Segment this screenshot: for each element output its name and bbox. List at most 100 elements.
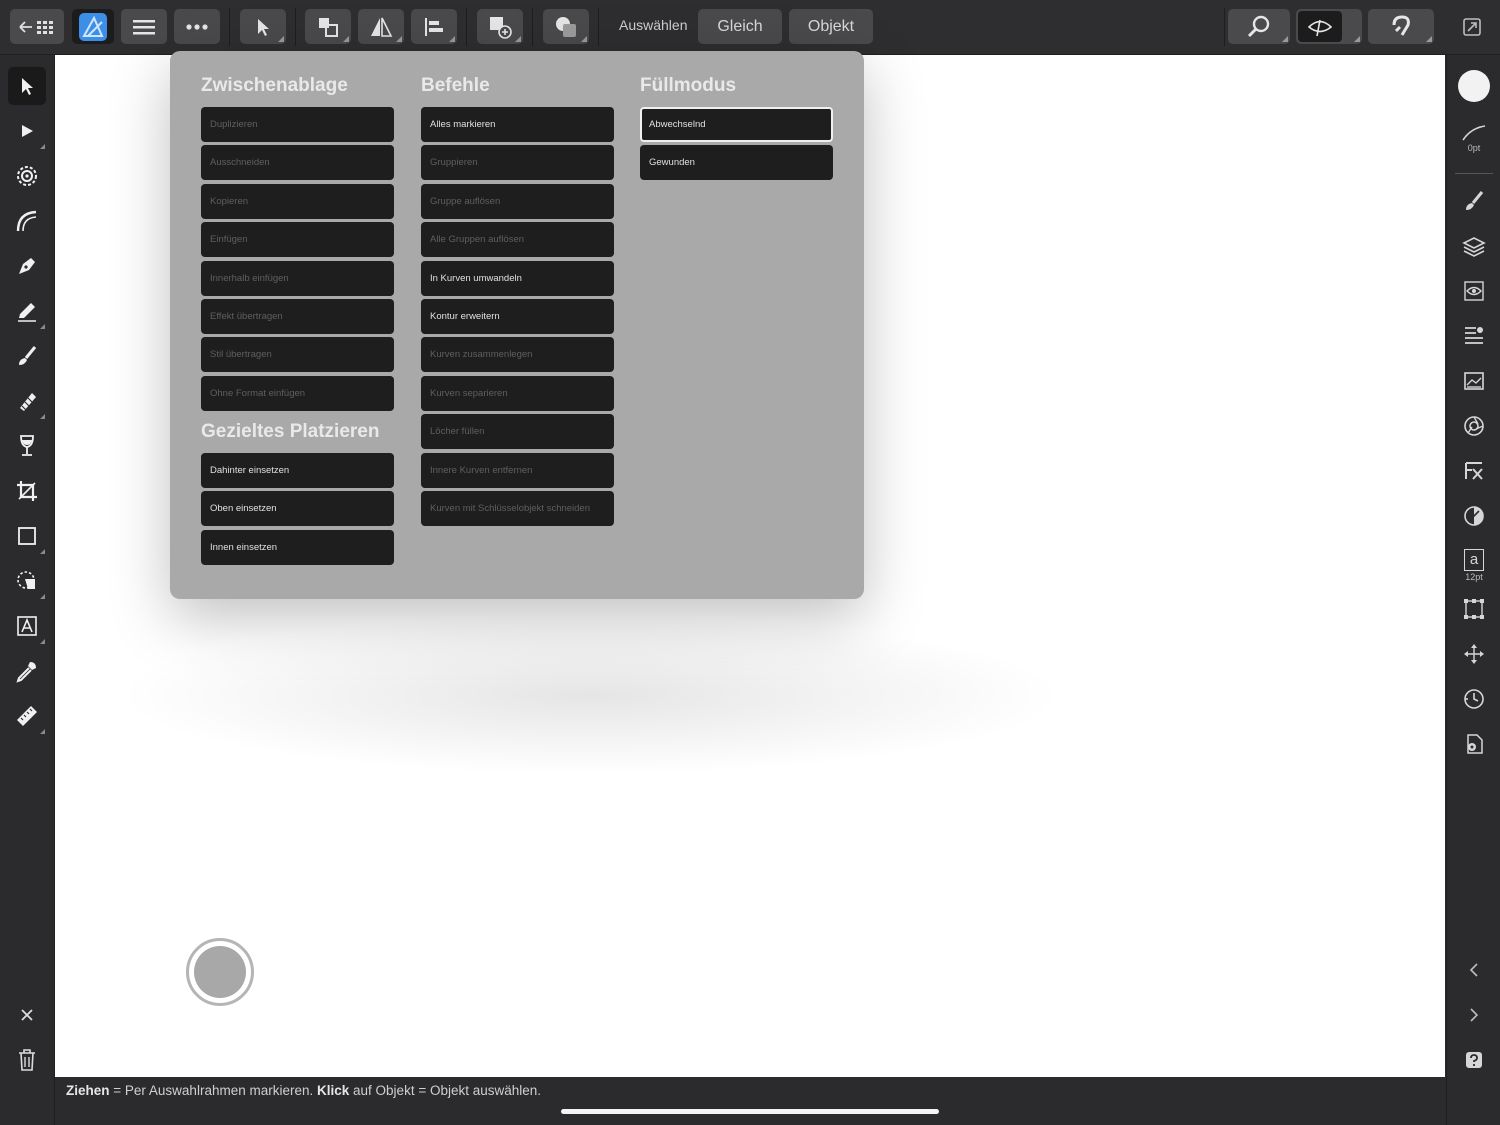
color-studio-button[interactable]	[1455, 67, 1493, 105]
insert-button[interactable]	[477, 9, 523, 44]
home-indicator[interactable]	[561, 1109, 939, 1114]
adjustments-icon	[1464, 506, 1484, 526]
select-mode-button[interactable]	[240, 9, 286, 44]
color-picker-tool[interactable]	[8, 652, 46, 690]
menu-item-button[interactable]: Innerhalb einfügen	[201, 260, 394, 296]
help-button[interactable]	[1455, 1041, 1493, 1079]
text-tool[interactable]	[8, 607, 46, 645]
delete-button[interactable]	[8, 1041, 46, 1079]
menu-item-button[interactable]: Gruppieren	[421, 145, 614, 181]
align-button[interactable]	[411, 9, 457, 44]
menu-item-button[interactable]: Gruppe auflösen	[421, 183, 614, 219]
app-menu-button[interactable]	[72, 9, 114, 44]
paint-brush-hatched-icon	[20, 393, 36, 411]
text-styles-studio-button[interactable]	[1455, 317, 1493, 355]
studio-divider	[1455, 173, 1493, 174]
expand-right-button[interactable]	[1455, 996, 1493, 1034]
corner-tool-icon	[16, 210, 37, 232]
assets-studio-button[interactable]	[1455, 362, 1493, 400]
more-button[interactable]	[174, 9, 220, 44]
pencil-tool[interactable]	[8, 292, 46, 330]
fx-icon	[1465, 462, 1483, 480]
menu-item-button[interactable]: In Kurven umwandeln	[421, 260, 614, 296]
move-arrows-icon	[1464, 644, 1484, 664]
symbols-studio-button[interactable]	[1455, 407, 1493, 445]
node-tool[interactable]	[8, 112, 46, 150]
measure-tool[interactable]	[8, 697, 46, 735]
menu-item-button[interactable]: Oben einsetzen	[201, 491, 394, 527]
layers-studio-button[interactable]	[1455, 227, 1493, 265]
menu-item-button[interactable]: Kurven zusammenlegen	[421, 337, 614, 373]
magnet-icon	[1392, 14, 1410, 36]
ellipsis-icon	[186, 23, 208, 30]
context-help-bar: Ziehen = Per Auswahlrahmen markieren. Kl…	[55, 1078, 1445, 1125]
menu-item-button[interactable]: Duplizieren	[201, 107, 394, 142]
rectangle-tool[interactable]	[8, 517, 46, 555]
menu-button[interactable]	[121, 9, 167, 44]
boolean-ops-button[interactable]	[543, 9, 589, 44]
eyedropper-icon	[16, 662, 36, 683]
appearance-eye-icon	[1464, 281, 1484, 301]
move-tool[interactable]	[8, 67, 46, 105]
brushes-studio-button[interactable]	[1455, 182, 1493, 220]
adjustments-studio-button[interactable]	[1455, 497, 1493, 535]
select-same-button[interactable]: Gleich	[698, 9, 782, 44]
document-settings-button[interactable]	[1455, 725, 1493, 763]
menu-item-button[interactable]: Kopieren	[201, 183, 394, 219]
fullscreen-button[interactable]	[1453, 9, 1491, 44]
menu-item-button[interactable]: Innere Kurven entfernen	[421, 452, 614, 488]
select-object-button[interactable]: Objekt	[789, 9, 873, 44]
pixel-brush-tool[interactable]	[8, 382, 46, 420]
transform-box-icon	[1464, 599, 1484, 619]
crop-icon	[17, 481, 37, 501]
menu-item-button[interactable]: Ausschneiden	[201, 145, 394, 181]
shape-builder-tool[interactable]	[8, 562, 46, 600]
menu-item-button[interactable]: Ohne Format einfügen	[201, 375, 394, 411]
close-button[interactable]	[8, 996, 46, 1034]
contour-tool[interactable]	[8, 157, 46, 195]
appearance-studio-button[interactable]	[1455, 272, 1493, 310]
hold-modifier-button[interactable]	[186, 938, 254, 1006]
click-keyword: Klick	[317, 1083, 350, 1098]
menu-item-button[interactable]: Kurven mit Schlüsselobjekt schneiden	[421, 491, 614, 526]
character-studio-button[interactable]: a 12pt	[1455, 542, 1493, 588]
menu-item-button[interactable]: Löcher füllen	[421, 414, 614, 450]
menu-item-button[interactable]: Dahinter einsetzen	[201, 453, 394, 488]
stroke-studio-button[interactable]: 0pt	[1455, 113, 1493, 163]
pen-tool[interactable]	[8, 247, 46, 285]
vector-brush-tool[interactable]	[8, 337, 46, 375]
back-to-gallery-button[interactable]	[10, 9, 64, 44]
navigator-studio-button[interactable]	[1455, 635, 1493, 673]
toolbar-divider	[598, 8, 599, 46]
symbols-icon	[1464, 416, 1484, 436]
menu-item-button[interactable]: Alle Gruppen auflösen	[421, 222, 614, 258]
flip-button[interactable]	[358, 9, 404, 44]
menu-item-button[interactable]: Alles markieren	[421, 107, 614, 142]
corner-tool[interactable]	[8, 202, 46, 240]
menu-item-button[interactable]: Effekt übertragen	[201, 299, 394, 334]
chevron-left-icon	[1469, 963, 1478, 977]
transform-studio-button[interactable]	[1455, 590, 1493, 628]
fill-tool[interactable]	[8, 427, 46, 465]
menu-item-button[interactable]: Gewunden	[640, 145, 833, 181]
effects-studio-button[interactable]	[1455, 452, 1493, 490]
contour-tool-icon	[17, 166, 37, 186]
menu-item-button[interactable]: Kurven separieren	[421, 375, 614, 411]
toolbar-divider	[532, 8, 533, 46]
menu-item-button[interactable]: Innen einsetzen	[201, 529, 394, 565]
menu-item-button[interactable]: Stil übertragen	[201, 337, 394, 373]
collapse-left-button[interactable]	[1455, 951, 1493, 989]
snapping-button[interactable]	[1368, 9, 1434, 44]
view-mode-button[interactable]	[1296, 9, 1362, 44]
trash-icon	[19, 1049, 35, 1071]
crop-tool[interactable]	[8, 472, 46, 510]
arrange-button[interactable]	[305, 9, 351, 44]
menu-item-button[interactable]: Abwechselnd	[640, 107, 833, 142]
chevron-right-icon	[1470, 1008, 1479, 1022]
expand-icon	[1463, 17, 1481, 36]
history-studio-button[interactable]	[1455, 680, 1493, 718]
menu-item-button[interactable]: Einfügen	[201, 222, 394, 258]
zoom-button[interactable]	[1228, 9, 1290, 44]
wine-glass-fill-icon	[20, 435, 34, 456]
menu-item-button[interactable]: Kontur erweitern	[421, 299, 614, 334]
